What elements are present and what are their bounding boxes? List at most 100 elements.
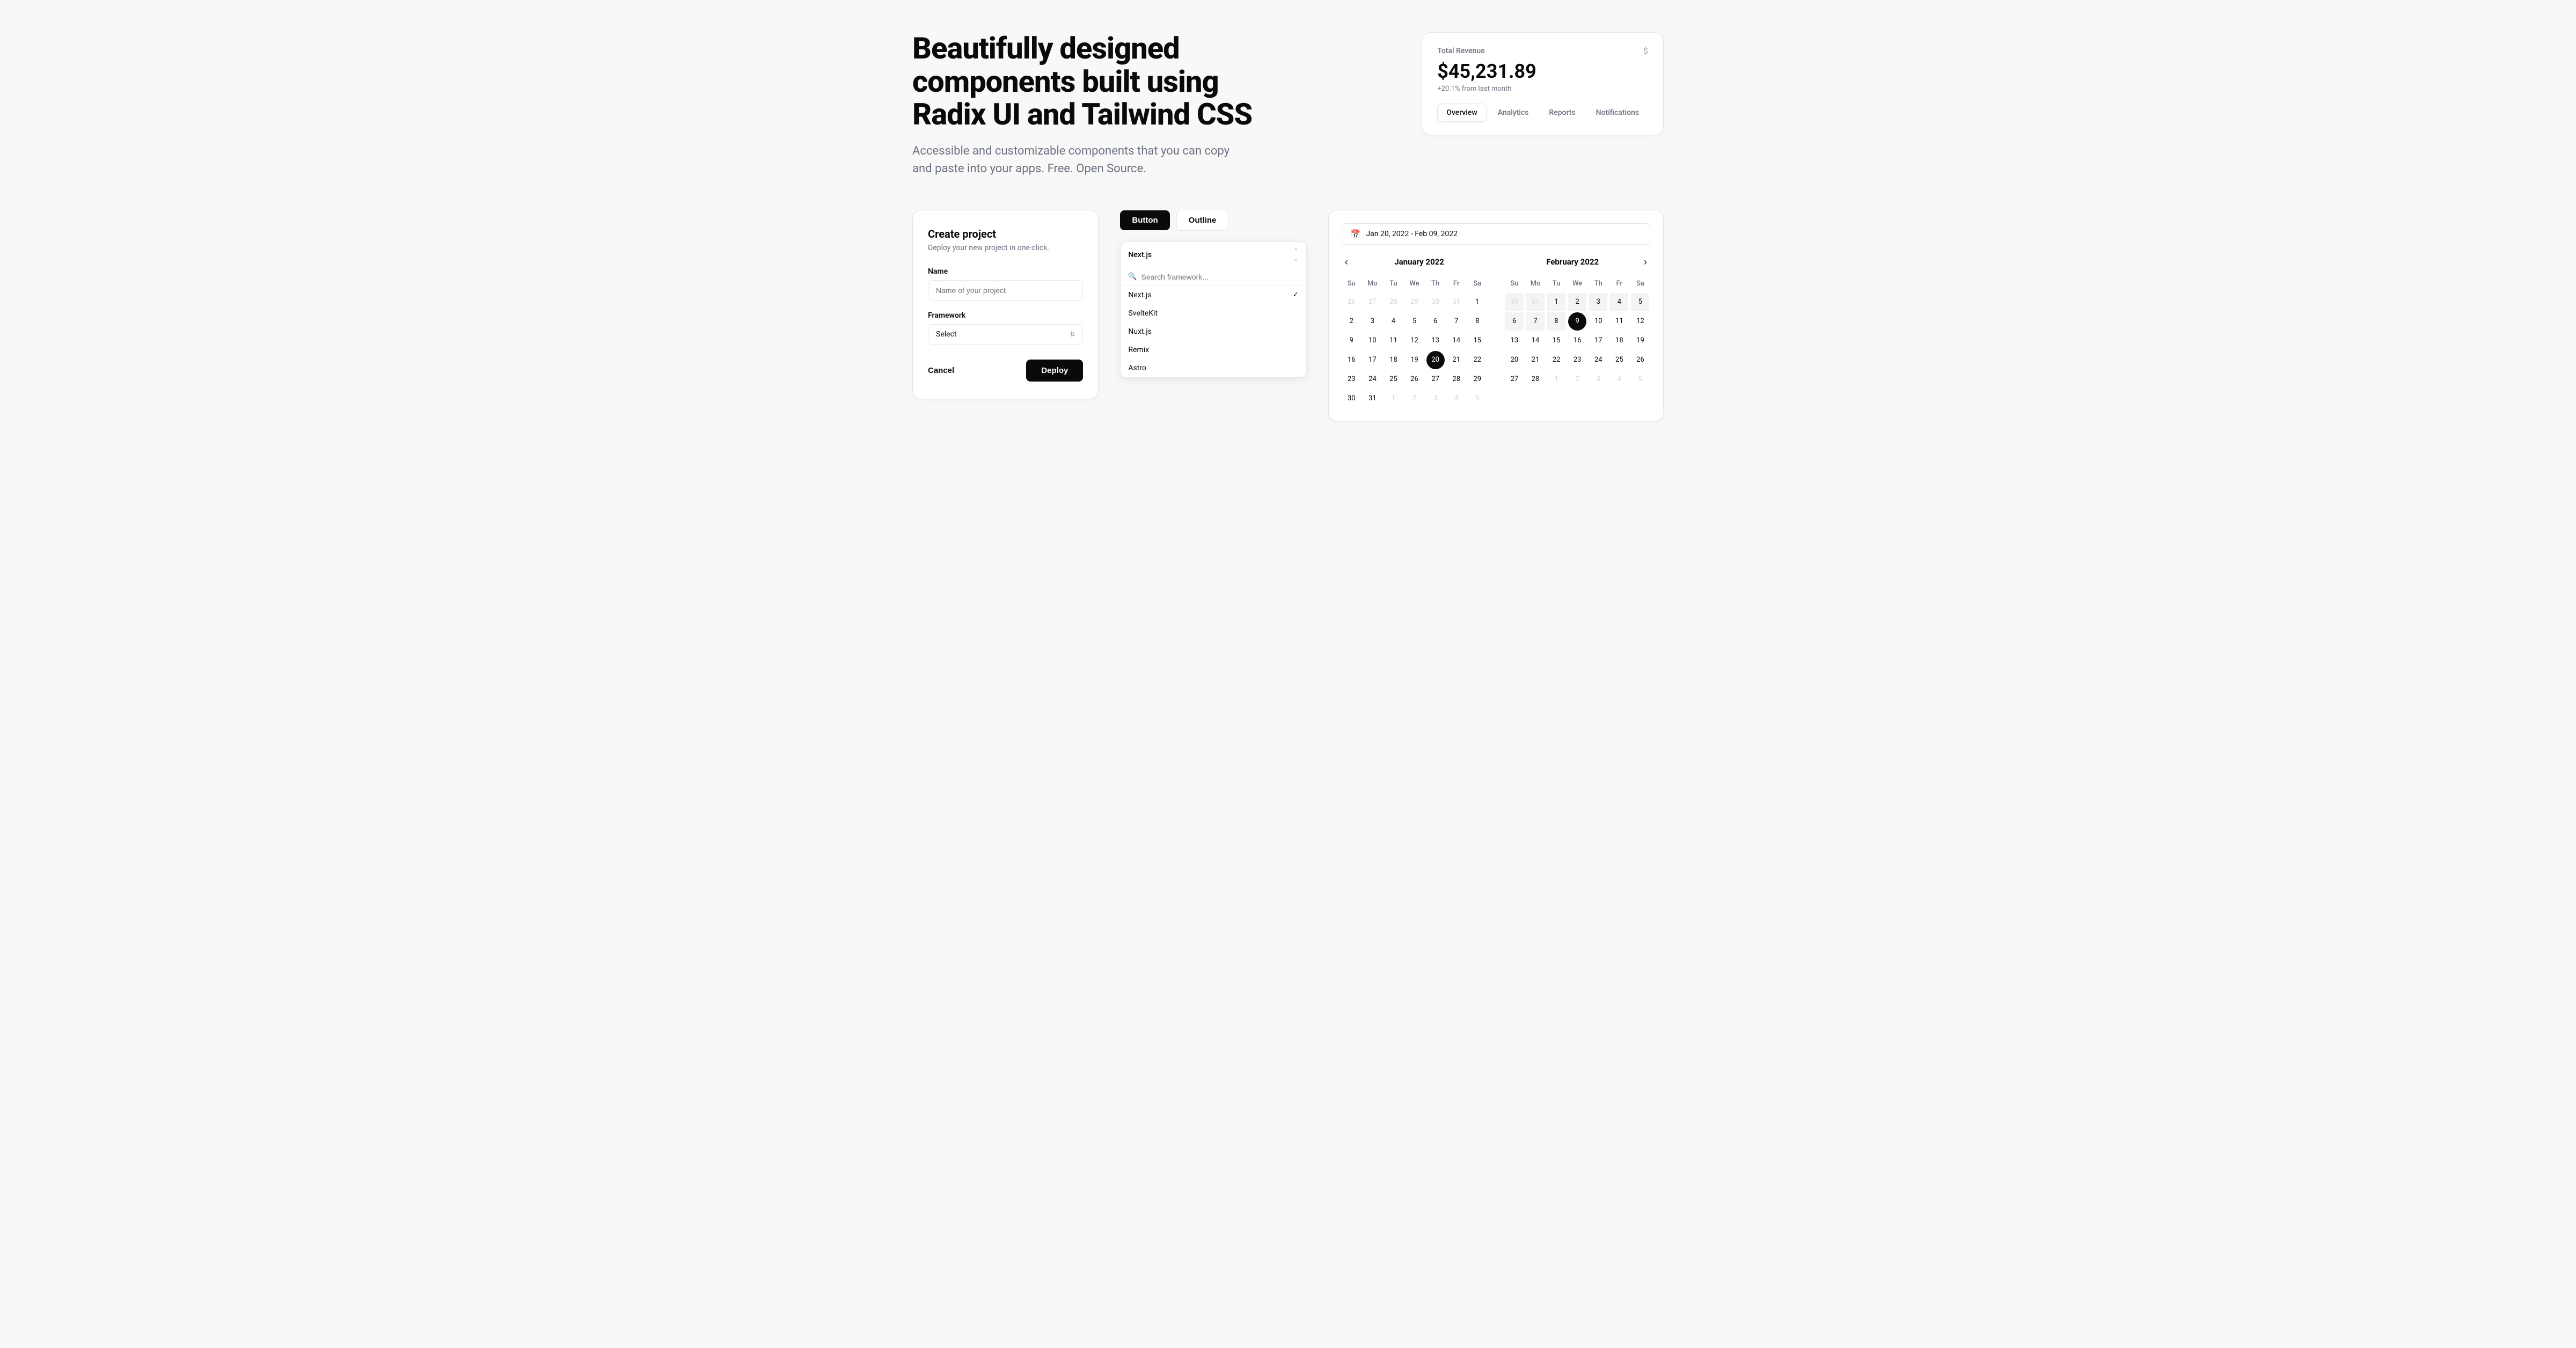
feb-day-2n[interactable]: 2 — [1568, 370, 1586, 389]
button-row: Button Outline — [1120, 210, 1306, 231]
feb-day-31p[interactable]: 31 — [1526, 293, 1545, 311]
feb-day-20[interactable]: 20 — [1505, 351, 1524, 369]
jan-day-22[interactable]: 22 — [1468, 351, 1487, 369]
feb-day-1n[interactable]: 1 — [1547, 370, 1565, 389]
feb-day-9[interactable]: 9 — [1568, 312, 1586, 331]
feb-day-13[interactable]: 13 — [1505, 332, 1524, 350]
dropdown-item-nuxtjs[interactable]: Nuxt.js — [1121, 323, 1306, 341]
jan-day-30[interactable]: 30 — [1342, 390, 1360, 408]
feb-day-4[interactable]: 4 — [1610, 293, 1628, 311]
feb-day-12[interactable]: 12 — [1631, 312, 1649, 331]
jan-day-4n[interactable]: 4 — [1447, 390, 1466, 408]
feb-day-21[interactable]: 21 — [1526, 351, 1545, 369]
feb-day-27[interactable]: 27 — [1505, 370, 1524, 389]
hero-text: Beautifully designed components built us… — [912, 32, 1277, 178]
jan-day-13[interactable]: 13 — [1426, 332, 1445, 350]
jan-day-30p[interactable]: 30 — [1426, 293, 1445, 311]
feb-day-14[interactable]: 14 — [1526, 332, 1545, 350]
deploy-button[interactable]: Deploy — [1026, 360, 1083, 382]
jan-day-8[interactable]: 8 — [1468, 312, 1487, 331]
jan-day-4[interactable]: 4 — [1384, 312, 1402, 331]
jan-day-6[interactable]: 6 — [1426, 312, 1445, 331]
jan-day-19[interactable]: 19 — [1406, 351, 1424, 369]
jan-day-24[interactable]: 24 — [1363, 370, 1381, 389]
jan-day-16[interactable]: 16 — [1342, 351, 1360, 369]
jan-day-2[interactable]: 2 — [1342, 312, 1360, 331]
jan-day-31p[interactable]: 31 — [1447, 293, 1466, 311]
framework-search-input[interactable] — [1141, 273, 1299, 281]
jan-day-27p[interactable]: 27 — [1363, 293, 1381, 311]
cancel-button[interactable]: Cancel — [928, 366, 954, 375]
jan-day-31[interactable]: 31 — [1363, 390, 1381, 408]
jan-day-29p[interactable]: 29 — [1406, 293, 1424, 311]
tab-reports[interactable]: Reports — [1540, 104, 1584, 122]
jan-day-29[interactable]: 29 — [1468, 370, 1487, 389]
feb-day-17[interactable]: 17 — [1589, 332, 1607, 350]
feb-day-4n[interactable]: 4 — [1610, 370, 1628, 389]
jan-day-12[interactable]: 12 — [1406, 332, 1424, 350]
dropdown-item-astro[interactable]: Astro — [1121, 359, 1306, 377]
jan-day-26p[interactable]: 26 — [1342, 293, 1360, 311]
jan-day-5n[interactable]: 5 — [1468, 390, 1487, 408]
feb-day-8[interactable]: 8 — [1547, 312, 1565, 331]
name-input[interactable] — [928, 280, 1083, 301]
tab-overview[interactable]: Overview — [1437, 104, 1486, 122]
tab-analytics[interactable]: Analytics — [1489, 104, 1538, 122]
feb-day-22[interactable]: 22 — [1547, 351, 1565, 369]
january-grid: Su Mo Tu We Th Fr Sa 26 27 28 29 30 31 — [1342, 277, 1488, 408]
jan-day-20[interactable]: 20 — [1426, 351, 1445, 369]
feb-day-3[interactable]: 3 — [1589, 293, 1607, 311]
feb-day-1[interactable]: 1 — [1547, 293, 1565, 311]
dropdown-trigger[interactable]: Next.js ⌃⌄ — [1121, 242, 1306, 268]
feb-day-24[interactable]: 24 — [1589, 351, 1607, 369]
jan-day-25[interactable]: 25 — [1384, 370, 1402, 389]
feb-day-2[interactable]: 2 — [1568, 293, 1586, 311]
date-range-input[interactable]: 📅 Jan 20, 2022 - Feb 09, 2022 — [1342, 223, 1650, 245]
feb-day-10[interactable]: 10 — [1589, 312, 1607, 331]
feb-day-6[interactable]: 6 — [1505, 312, 1524, 331]
jan-day-5[interactable]: 5 — [1406, 312, 1424, 331]
feb-day-3n[interactable]: 3 — [1589, 370, 1607, 389]
jan-day-18[interactable]: 18 — [1384, 351, 1402, 369]
outline-button[interactable]: Outline — [1176, 210, 1229, 231]
jan-day-26[interactable]: 26 — [1406, 370, 1424, 389]
feb-day-25[interactable]: 25 — [1610, 351, 1628, 369]
jan-day-3[interactable]: 3 — [1363, 312, 1381, 331]
feb-day-7[interactable]: 7 — [1526, 312, 1545, 331]
feb-day-18[interactable]: 18 — [1610, 332, 1628, 350]
jan-day-17[interactable]: 17 — [1363, 351, 1381, 369]
jan-day-28[interactable]: 28 — [1447, 370, 1466, 389]
jan-day-23[interactable]: 23 — [1342, 370, 1360, 389]
jan-day-15[interactable]: 15 — [1468, 332, 1487, 350]
dropdown-item-nextjs[interactable]: Next.js ✓ — [1121, 286, 1306, 304]
prev-month-button[interactable]: ‹ — [1342, 255, 1351, 269]
feb-day-23[interactable]: 23 — [1568, 351, 1586, 369]
jan-day-11[interactable]: 11 — [1384, 332, 1402, 350]
feb-day-15[interactable]: 15 — [1547, 332, 1565, 350]
feb-day-11[interactable]: 11 — [1610, 312, 1628, 331]
feb-day-28[interactable]: 28 — [1526, 370, 1545, 389]
tab-notifications[interactable]: Notifications — [1587, 104, 1648, 122]
dropdown-item-remix[interactable]: Remix — [1121, 341, 1306, 359]
jan-day-1[interactable]: 1 — [1468, 293, 1487, 311]
jan-day-27[interactable]: 27 — [1426, 370, 1445, 389]
feb-day-16[interactable]: 16 — [1568, 332, 1586, 350]
feb-day-5[interactable]: 5 — [1631, 293, 1649, 311]
jan-day-1n[interactable]: 1 — [1384, 390, 1402, 408]
next-month-button[interactable]: › — [1641, 255, 1650, 269]
dropdown-item-sveltekit[interactable]: SvelteKit — [1121, 304, 1306, 323]
jan-day-28p[interactable]: 28 — [1384, 293, 1402, 311]
jan-day-3n[interactable]: 3 — [1426, 390, 1445, 408]
feb-day-26[interactable]: 26 — [1631, 351, 1649, 369]
jan-day-10[interactable]: 10 — [1363, 332, 1381, 350]
jan-day-21[interactable]: 21 — [1447, 351, 1466, 369]
jan-day-2n[interactable]: 2 — [1406, 390, 1424, 408]
jan-day-14[interactable]: 14 — [1447, 332, 1466, 350]
filled-button[interactable]: Button — [1120, 210, 1169, 230]
feb-day-5n[interactable]: 5 — [1631, 370, 1649, 389]
jan-day-7[interactable]: 7 — [1447, 312, 1466, 331]
feb-day-19[interactable]: 19 — [1631, 332, 1649, 350]
feb-day-30p[interactable]: 30 — [1505, 293, 1524, 311]
jan-day-9[interactable]: 9 — [1342, 332, 1360, 350]
framework-select[interactable]: Select ⇅ — [928, 324, 1083, 345]
